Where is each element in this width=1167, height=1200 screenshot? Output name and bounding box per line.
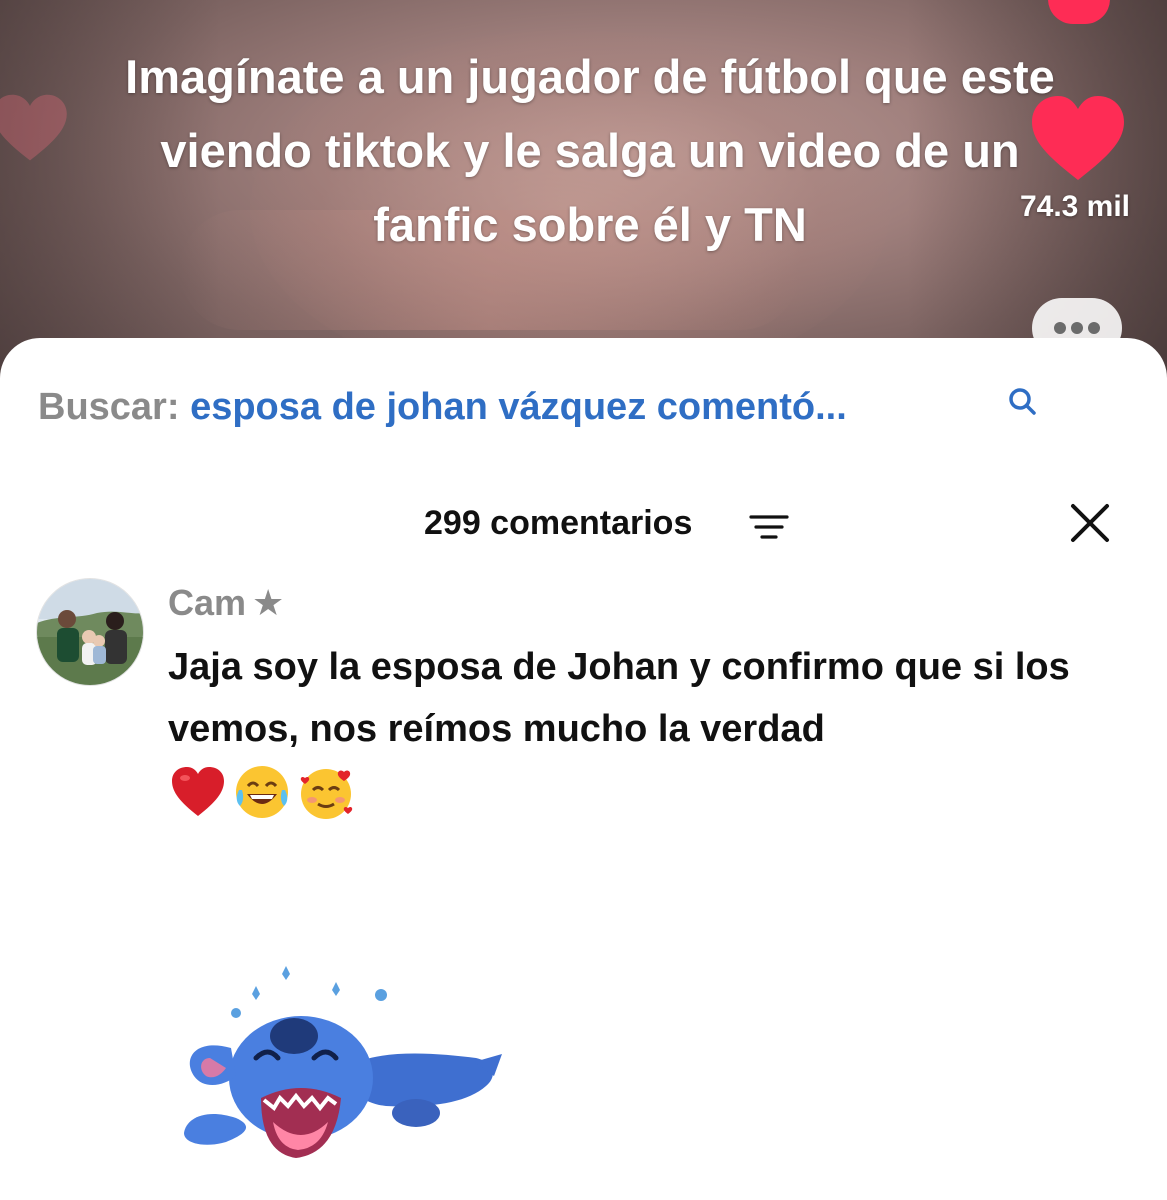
comments-count-title: 299 comentarios	[424, 504, 693, 542]
comments-sheet: Buscar: esposa de johan vázquez comentó.…	[0, 338, 1167, 1200]
background-heart-icon	[0, 94, 67, 161]
comment-emojis	[168, 762, 368, 822]
heart-icon[interactable]	[1028, 92, 1128, 184]
comment-username[interactable]: Cam ★	[168, 582, 284, 624]
comment-text: Jaja soy la esposa de Johan y confirmo q…	[168, 646, 1070, 750]
search-label: Buscar:	[38, 386, 180, 428]
avatar-photo	[37, 579, 143, 685]
more-dot	[1071, 322, 1083, 334]
like-count: 74.3 mil	[1019, 190, 1131, 223]
heart-emoji	[172, 767, 224, 816]
hearts-face-emoji	[300, 769, 353, 819]
filter-icon[interactable]	[748, 512, 790, 542]
more-dot	[1054, 322, 1066, 334]
stitch-laughing-sticker	[184, 966, 502, 1158]
search-icon[interactable]	[1006, 386, 1040, 420]
avatar[interactable]	[36, 578, 144, 686]
search-suggestion[interactable]: Buscar: esposa de johan vázquez comentó.…	[38, 386, 847, 429]
video-player[interactable]: Imagínate a un jugador de fútbol que est…	[0, 0, 1167, 380]
video-caption: Imagínate a un jugador de fútbol que est…	[125, 50, 1055, 251]
search-query-link[interactable]: esposa de johan vázquez comentó...	[190, 386, 847, 428]
creator-badge: ★	[252, 582, 285, 623]
more-dot	[1088, 322, 1100, 334]
close-icon[interactable]	[1068, 501, 1112, 545]
username-text: Cam	[168, 582, 247, 623]
laughing-emoji	[236, 766, 288, 818]
